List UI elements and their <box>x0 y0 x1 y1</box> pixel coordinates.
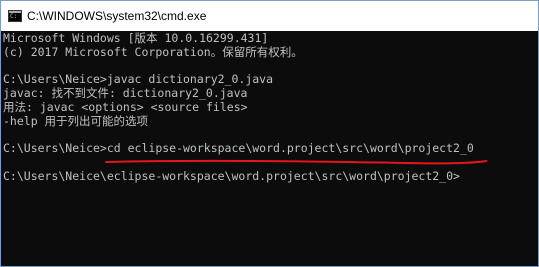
cmd-icon <box>8 10 22 22</box>
console-line: Microsoft Windows [版本 10.0.16299.431] <box>3 31 269 45</box>
console-line: C:\Users\Neice>javac dictionary2_0.java <box>3 72 274 87</box>
console-line: javac: 找不到文件: dictionary2_0.java <box>3 86 248 101</box>
cmd-window: C:\WINDOWS\system32\cmd.exe Microsoft Wi… <box>0 0 539 267</box>
console-line: -help 用于列出可能的选项 <box>3 113 149 128</box>
red-underline-annotation <box>105 159 487 165</box>
title-bar[interactable]: C:\WINDOWS\system32\cmd.exe <box>1 1 538 31</box>
console-line: (c) 2017 Microsoft Corporation。保留所有权利。 <box>3 44 303 59</box>
window-title: C:\WINDOWS\system32\cmd.exe <box>27 9 207 23</box>
console-line: C:\Users\Neice\eclipse-workspace\word.pr… <box>3 168 460 183</box>
console-line: 用法: javac <options> <source files> <box>3 99 248 114</box>
console-line: C:\Users\Neice>cd eclipse-workspace\word… <box>3 141 474 156</box>
console-output[interactable]: Microsoft Windows [版本 10.0.16299.431] (c… <box>1 31 538 266</box>
